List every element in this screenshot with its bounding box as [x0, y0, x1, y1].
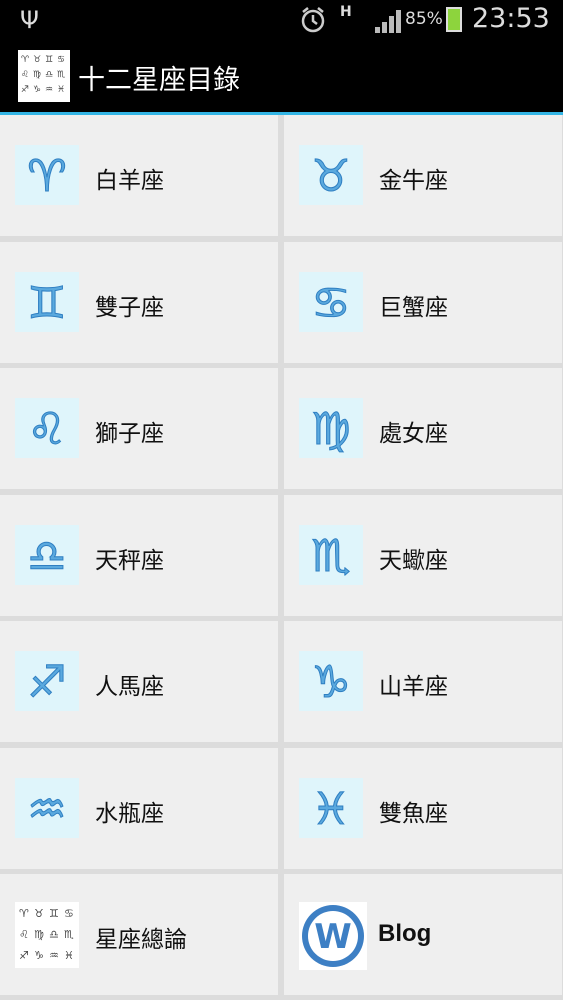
- svg-text:♌: ♌: [21, 70, 29, 80]
- grid-item[interactable]: ♑ 山羊座: [284, 621, 562, 742]
- grid-item-label: 金牛座: [379, 168, 448, 194]
- svg-text:♓: ♓: [57, 85, 65, 95]
- grid-item-label: 水瓶座: [95, 800, 164, 827]
- svg-text:♎: ♎: [45, 70, 53, 80]
- usb-icon: Ψ: [20, 6, 39, 34]
- wordpress-icon: W: [299, 902, 367, 970]
- svg-text:♋: ♋: [64, 907, 74, 920]
- grid-item[interactable]: ♉ 金牛座: [284, 115, 562, 236]
- svg-text:♑: ♑: [311, 657, 350, 708]
- taurus-icon: ♉: [299, 145, 363, 205]
- grid-item[interactable]: ♈ 白羊座: [0, 115, 278, 236]
- svg-text:♎: ♎: [27, 531, 66, 582]
- grid-item[interactable]: ♎ 天秤座: [0, 494, 278, 616]
- signal-icon: [375, 10, 401, 33]
- svg-text:♐: ♐: [21, 85, 29, 95]
- svg-text:♊: ♊: [45, 55, 53, 65]
- cancer-icon: ♋: [299, 271, 363, 332]
- svg-text:♊: ♊: [49, 907, 59, 920]
- capricorn-icon: ♑: [299, 651, 363, 711]
- battery-percent: 85%: [405, 9, 443, 29]
- grid-item[interactable]: ♐ 人馬座: [0, 621, 278, 742]
- svg-text:W: W: [314, 917, 352, 957]
- svg-text:♏: ♏: [57, 70, 65, 80]
- grid-item[interactable]: W Blog: [284, 874, 562, 995]
- virgo-icon: ♍: [299, 398, 363, 458]
- svg-text:♑: ♑: [33, 85, 41, 95]
- zodiac-grid: ♈ 白羊座 ♉ 金牛座 ♊ 雙子座 ♋ 巨蟹座 ♌ 獅子座 ♍ 處女座 ♎ 天秤座 ♏ 天蠍座 ♐ 人馬座 ♑ 山羊座…: [0, 115, 563, 1000]
- aquarius-icon: ♒: [15, 777, 79, 838]
- grid-item[interactable]: ♍ 處女座: [284, 368, 562, 489]
- svg-text:♍: ♍: [34, 928, 44, 941]
- grid-item-label: 雙子座: [95, 294, 164, 321]
- svg-text:♒: ♒: [49, 949, 59, 962]
- svg-text:♋: ♋: [57, 55, 65, 65]
- svg-text:♌: ♌: [19, 928, 29, 941]
- grid-item-label: 巨蟹座: [379, 294, 448, 321]
- zodiac-chart-icon: ♈ ♉ ♊ ♋ ♌ ♍ ♎ ♏ ♐ ♑ ♒ ♓: [15, 902, 79, 968]
- grid-item-label: 天秤座: [95, 547, 164, 574]
- grid-item[interactable]: ♏ 天蠍座: [284, 494, 562, 616]
- grid-item[interactable]: ♒ 水瓶座: [0, 747, 278, 869]
- grid-item-label: 獅子座: [95, 421, 164, 447]
- grid-item[interactable]: ♊ 雙子座: [0, 241, 278, 363]
- grid-item-label: 人馬座: [95, 674, 164, 700]
- grid-item-label: 白羊座: [95, 168, 164, 194]
- app-icon: ♈ ♉ ♊ ♋ ♌ ♍ ♎ ♏ ♐ ♑ ♒ ♓: [18, 50, 70, 102]
- gemini-icon: ♊: [15, 271, 79, 332]
- svg-text:♉: ♉: [311, 151, 350, 202]
- svg-text:♌: ♌: [27, 404, 66, 455]
- alarm-icon: [301, 7, 325, 33]
- aries-icon: ♈: [15, 145, 79, 205]
- svg-text:♏: ♏: [64, 928, 74, 941]
- clock: 23:53: [472, 3, 550, 34]
- pisces-icon: ♓: [299, 777, 363, 838]
- svg-text:♊: ♊: [27, 278, 66, 329]
- scorpio-icon: ♏: [299, 524, 363, 585]
- grid-item-label: 星座總論: [95, 927, 187, 953]
- grid-item-label: Blog: [378, 920, 432, 947]
- svg-text:♏: ♏: [311, 531, 350, 582]
- svg-text:♒: ♒: [45, 85, 53, 95]
- svg-text:♓: ♓: [64, 949, 74, 962]
- grid-item[interactable]: ♈ ♉ ♊ ♋ ♌ ♍ ♎ ♏ ♐ ♑ ♒ ♓ 星座總論: [0, 874, 278, 995]
- grid-item-label: 雙魚座: [379, 800, 448, 827]
- grid-item-label: 處女座: [379, 421, 448, 447]
- svg-text:♈: ♈: [19, 907, 29, 920]
- action-bar: ♈ ♉ ♊ ♋ ♌ ♍ ♎ ♏ ♐ ♑ ♒ ♓ 十二星座目錄: [0, 40, 563, 115]
- grid-item[interactable]: ♋ 巨蟹座: [284, 241, 562, 363]
- grid-item[interactable]: ♓ 雙魚座: [284, 747, 562, 869]
- status-bar: Ψ H 85% 23:53: [0, 0, 563, 40]
- grid-item-label: 天蠍座: [379, 547, 448, 574]
- battery-icon: [446, 7, 462, 32]
- svg-text:♈: ♈: [27, 151, 66, 202]
- sagittarius-icon: ♐: [15, 651, 79, 711]
- network-type: H: [340, 4, 352, 20]
- svg-text:♋: ♋: [311, 278, 350, 329]
- svg-text:♈: ♈: [21, 55, 30, 65]
- svg-text:♍: ♍: [311, 404, 350, 455]
- svg-text:♉: ♉: [33, 55, 41, 65]
- svg-text:♐: ♐: [19, 949, 29, 962]
- page-title: 十二星座目錄: [78, 65, 240, 96]
- grid-item[interactable]: ♌ 獅子座: [0, 368, 278, 489]
- svg-text:♐: ♐: [27, 657, 66, 708]
- grid-item-label: 山羊座: [379, 674, 448, 700]
- svg-text:♒: ♒: [27, 784, 66, 835]
- libra-icon: ♎: [15, 524, 79, 585]
- leo-icon: ♌: [15, 398, 79, 458]
- svg-text:♎: ♎: [49, 928, 59, 941]
- svg-text:♓: ♓: [311, 784, 350, 835]
- svg-text:♑: ♑: [34, 949, 44, 962]
- svg-text:♍: ♍: [33, 70, 41, 80]
- svg-text:♉: ♉: [34, 907, 44, 920]
